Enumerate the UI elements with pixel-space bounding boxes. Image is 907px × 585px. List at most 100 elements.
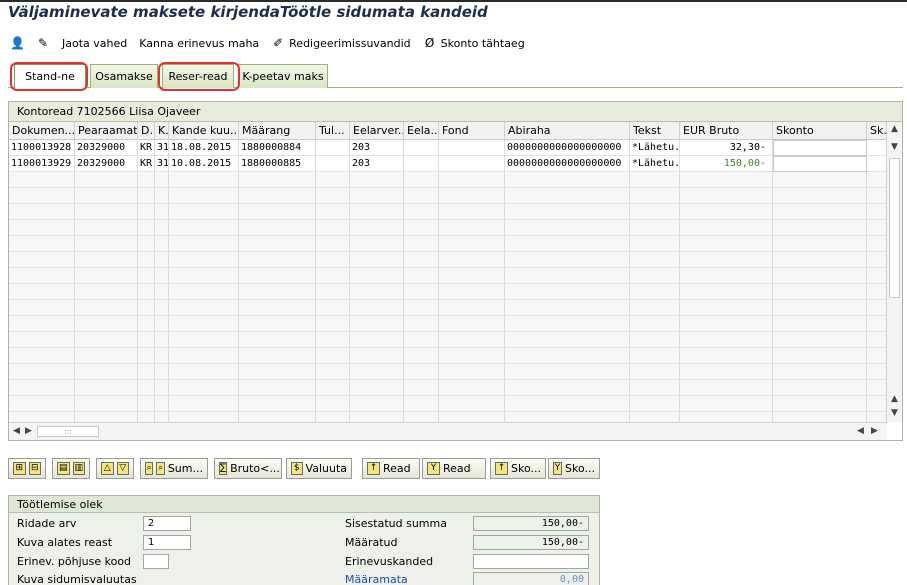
empty-cell (439, 396, 505, 412)
empty-cell (773, 204, 867, 220)
empty-cell (316, 380, 350, 396)
reason-code-input[interactable] (143, 554, 169, 569)
empty-cell (155, 348, 169, 364)
empty-cell (439, 316, 505, 332)
scroll-right-icon[interactable]: ▶ (871, 426, 878, 436)
column-header-document[interactable]: Dokumen... (9, 122, 75, 140)
start-row-input[interactable]: 1 (143, 535, 191, 550)
scroll-down-icon[interactable]: ▼ (891, 142, 898, 152)
empty-cell (404, 284, 439, 300)
horizontal-scrollbar[interactable]: ◀ ▶ ::: ◀ ▶ (9, 422, 887, 440)
empty-cell (773, 236, 867, 252)
person-icon[interactable]: 👤 (10, 36, 25, 50)
cell-fund (439, 156, 505, 172)
column-header-fund[interactable]: Fond (439, 122, 505, 140)
empty-row (9, 396, 887, 412)
currency-button[interactable]: $ Valuuta (286, 458, 352, 479)
empty-cell (138, 188, 155, 204)
column-header-k[interactable]: K.. (155, 122, 169, 140)
split-differences-button[interactable]: Jaota vahed (62, 37, 127, 50)
empty-cell (680, 252, 773, 268)
scroll-up-icon[interactable]: ▲ (891, 124, 898, 134)
edit-icon[interactable]: ✎ (36, 36, 50, 50)
discount-input[interactable] (773, 140, 867, 156)
unassigned-label[interactable]: Määramata (345, 573, 408, 585)
scroll-left-icon[interactable]: ◀ (13, 426, 20, 436)
column-header-sk[interactable]: Sk. (867, 122, 887, 140)
column-header-gl-account[interactable]: Pearaamat... (75, 122, 138, 140)
scroll-up-icon[interactable]: ▲ (891, 394, 898, 404)
empty-cell (350, 220, 404, 236)
cell-budget: 203 (350, 140, 404, 156)
column-header-budget[interactable]: Eelarver... (350, 122, 404, 140)
discount-due-date-button[interactable]: Ø Skonto tähtaeg (423, 36, 525, 50)
empty-cell (316, 204, 350, 220)
empty-cell (867, 380, 887, 396)
tab-k-peetav-maks[interactable]: K-peetav maks (238, 64, 328, 88)
empty-cell (138, 236, 155, 252)
table-row[interactable]: 1100013928 20329000 KR 31 18.08.2015 188… (9, 140, 887, 156)
empty-cell (867, 172, 887, 188)
entered-amount-label: Sisestatud summa (345, 517, 447, 530)
empty-cell (867, 220, 887, 236)
empty-cell (439, 284, 505, 300)
scroll-down-icon[interactable]: ▼ (891, 408, 898, 418)
cell-posting-date: 18.08.2015 (169, 140, 239, 156)
empty-cell (350, 284, 404, 300)
empty-cell (439, 332, 505, 348)
column-header-assignment[interactable]: Määrang (239, 122, 316, 140)
select-block-button[interactable]: ▤ ▥ (52, 458, 90, 479)
cell-assignment: 1880000885 (239, 156, 316, 172)
empty-cell (867, 236, 887, 252)
empty-cell (867, 284, 887, 300)
scroll-thumb[interactable] (889, 158, 900, 298)
table-row[interactable]: 1100013929 20329000 KR 31 10.08.2015 188… (9, 156, 887, 172)
empty-row (9, 268, 887, 284)
empty-cell (316, 188, 350, 204)
tab-osamakse[interactable]: Osamakse (90, 64, 158, 88)
empty-cell (867, 396, 887, 412)
column-header-d[interactable]: D.. (138, 122, 155, 140)
scroll-right-icon[interactable]: ▶ (25, 426, 32, 436)
column-header-gross[interactable]: EUR Bruto (680, 122, 773, 140)
empty-cell (169, 284, 239, 300)
empty-cell (350, 188, 404, 204)
deactivate-rows-button[interactable]: Y Read (422, 458, 486, 479)
deactivate-discount-button[interactable]: Y Sko... (548, 458, 600, 479)
column-header-posting-date[interactable]: Kande kuu... (169, 122, 239, 140)
empty-cell (239, 316, 316, 332)
sum-button[interactable]: ⌕ ⌕ Sum... (140, 458, 208, 479)
column-header-text[interactable]: Tekst (630, 122, 680, 140)
vertical-scrollbar[interactable]: ▲ ▼ ▲ ▼ (886, 122, 902, 422)
empty-cell (9, 252, 75, 268)
empty-cell (680, 348, 773, 364)
gross-button[interactable]: ∑ Bruto<... (214, 458, 282, 479)
scroll-left-icon[interactable]: ◀ (857, 426, 864, 436)
column-header-tul[interactable]: Tul... (316, 122, 350, 140)
column-header-discount[interactable]: Skonto (773, 122, 867, 140)
empty-cell (680, 300, 773, 316)
editing-options-button[interactable]: ✐ Redigeerimissuvandid (271, 36, 411, 50)
empty-cell (350, 172, 404, 188)
select-all-button[interactable]: ⊞ ⊟ (8, 458, 46, 479)
empty-cell (169, 396, 239, 412)
empty-cell (867, 348, 887, 364)
scroll-thumb[interactable]: ::: (37, 426, 99, 437)
empty-cell (316, 348, 350, 364)
empty-cell (404, 268, 439, 284)
activate-rows-button[interactable]: ↑ Read (362, 458, 420, 479)
column-header-subsidy[interactable]: Abiraha (505, 122, 630, 140)
tab-stand-ne[interactable]: Stand-ne (14, 64, 86, 88)
empty-cell (9, 284, 75, 300)
activate-discount-button[interactable]: ↑ Sko... (490, 458, 546, 479)
sort-button[interactable]: △ ▽ (96, 458, 134, 479)
discount-input[interactable] (773, 156, 867, 172)
tab-reser-read[interactable]: Reser-read (162, 64, 234, 88)
write-off-difference-button[interactable]: Kanna erinevus maha (139, 37, 259, 50)
cell-document: 1100013929 (9, 156, 75, 172)
grid-action-toolbar: ⊞ ⊟ ▤ ▥ △ ▽ ⌕ ⌕ Sum... ∑ Bruto<... $ Valuuta ↑ R… (8, 458, 903, 480)
cell-tul (316, 140, 350, 156)
discount-icon: ↑ (495, 462, 508, 475)
empty-cell (9, 188, 75, 204)
column-header-eela[interactable]: Eela... (404, 122, 439, 140)
